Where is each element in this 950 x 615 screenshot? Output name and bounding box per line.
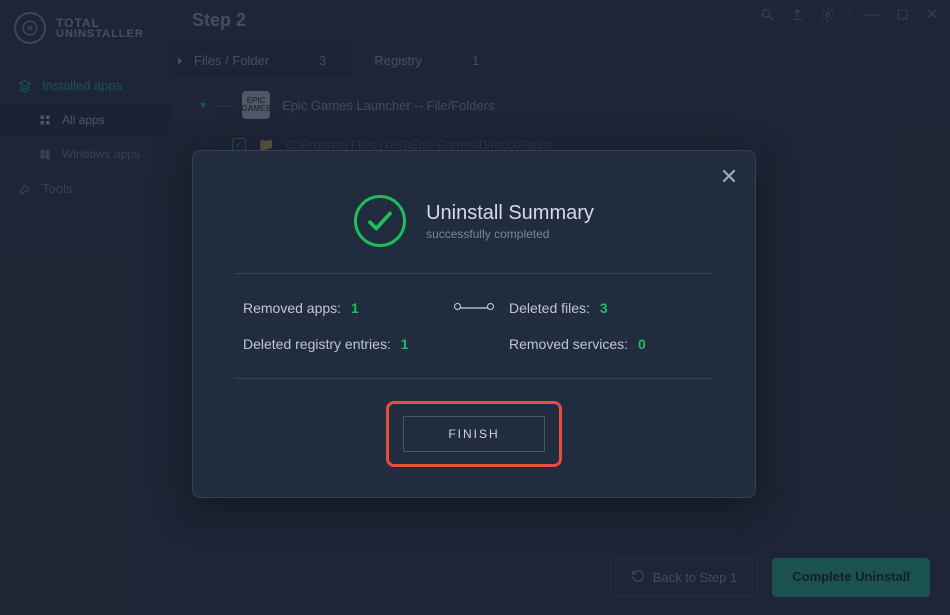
sidebar-item-tools[interactable]: Tools (0, 171, 170, 206)
chevron-down-icon: ▾ (200, 98, 206, 112)
grid-icon (38, 113, 52, 127)
sidebar-item-installed-apps[interactable]: Installed apps (0, 68, 170, 103)
rewind-icon (631, 569, 645, 586)
sidebar-label: Windows apps (62, 147, 140, 161)
brand-line2: UNINSTALLER (56, 29, 144, 40)
app-icon: EPIC GAMES (242, 91, 270, 119)
finish-button[interactable]: FINISH (403, 416, 544, 452)
stat-removed-apps: Removed apps: 1 (243, 300, 439, 316)
footer-actions: Back to Step 1 Complete Uninstall (610, 558, 930, 597)
minus-icon: — (218, 98, 230, 112)
sidebar-label: Tools (42, 181, 72, 196)
tab-files-folder[interactable]: Files / Folder 3 (170, 43, 350, 78)
sidebar: TOTAL UNINSTALLER Installed apps All app… (0, 0, 170, 615)
step-title: Step 2 (170, 0, 950, 43)
complete-button-label: Complete Uninstall (792, 569, 910, 584)
stat-deleted-registry: Deleted registry entries: 1 (243, 336, 439, 352)
stats-grid: Removed apps: 1 Deleted files: 3 Deleted… (223, 274, 725, 378)
stat-value: 1 (401, 336, 409, 352)
back-button-label: Back to Step 1 (653, 570, 738, 585)
stat-label: Removed services: (509, 336, 628, 352)
brand-logo-icon (14, 12, 46, 44)
stat-removed-services: Removed services: 0 (509, 336, 705, 352)
tab-label: Files / Folder (194, 53, 269, 68)
layers-icon (18, 79, 32, 93)
stat-deleted-files: Deleted files: 3 (509, 300, 705, 316)
wrench-icon (18, 182, 32, 196)
stat-value: 3 (600, 300, 608, 316)
uninstall-summary-modal: ✕ Uninstall Summary successfully complet… (192, 150, 756, 498)
sidebar-label: Installed apps (42, 78, 122, 93)
modal-actions: FINISH (223, 379, 725, 467)
windows-icon (38, 147, 52, 161)
tab-label: Registry (374, 53, 422, 68)
tab-count: 1 (472, 53, 479, 68)
tab-registry[interactable]: Registry 1 (350, 43, 503, 78)
tab-count: 3 (319, 53, 326, 68)
back-button[interactable]: Back to Step 1 (610, 558, 759, 597)
sidebar-label: All apps (62, 113, 105, 127)
brand-line1: TOTAL (56, 17, 144, 29)
stat-value: 0 (638, 336, 646, 352)
success-check-icon (354, 195, 406, 247)
brand: TOTAL UNINSTALLER (0, 12, 170, 68)
stat-value: 1 (351, 300, 359, 316)
stat-label: Deleted files: (509, 300, 590, 316)
finish-highlight: FINISH (386, 401, 561, 467)
modal-title: Uninstall Summary (426, 202, 594, 225)
stat-label: Removed apps: (243, 300, 341, 316)
tabs: Files / Folder 3 Registry 1 (170, 43, 950, 79)
slider-icon (453, 307, 495, 309)
modal-header: Uninstall Summary successfully completed (223, 195, 725, 247)
app-group-title: Epic Games Launcher -- File/Folders (282, 98, 494, 113)
sidebar-item-all-apps[interactable]: All apps (0, 103, 170, 137)
modal-subtitle: successfully completed (426, 227, 594, 241)
complete-uninstall-button[interactable]: Complete Uninstall (772, 558, 930, 597)
sidebar-item-windows-apps[interactable]: Windows apps (0, 137, 170, 171)
app-group-row[interactable]: ▾ — EPIC GAMES Epic Games Launcher -- Fi… (170, 79, 950, 131)
stat-label: Deleted registry entries: (243, 336, 391, 352)
brand-text: TOTAL UNINSTALLER (56, 17, 144, 40)
modal-close-button[interactable]: ✕ (717, 165, 741, 189)
